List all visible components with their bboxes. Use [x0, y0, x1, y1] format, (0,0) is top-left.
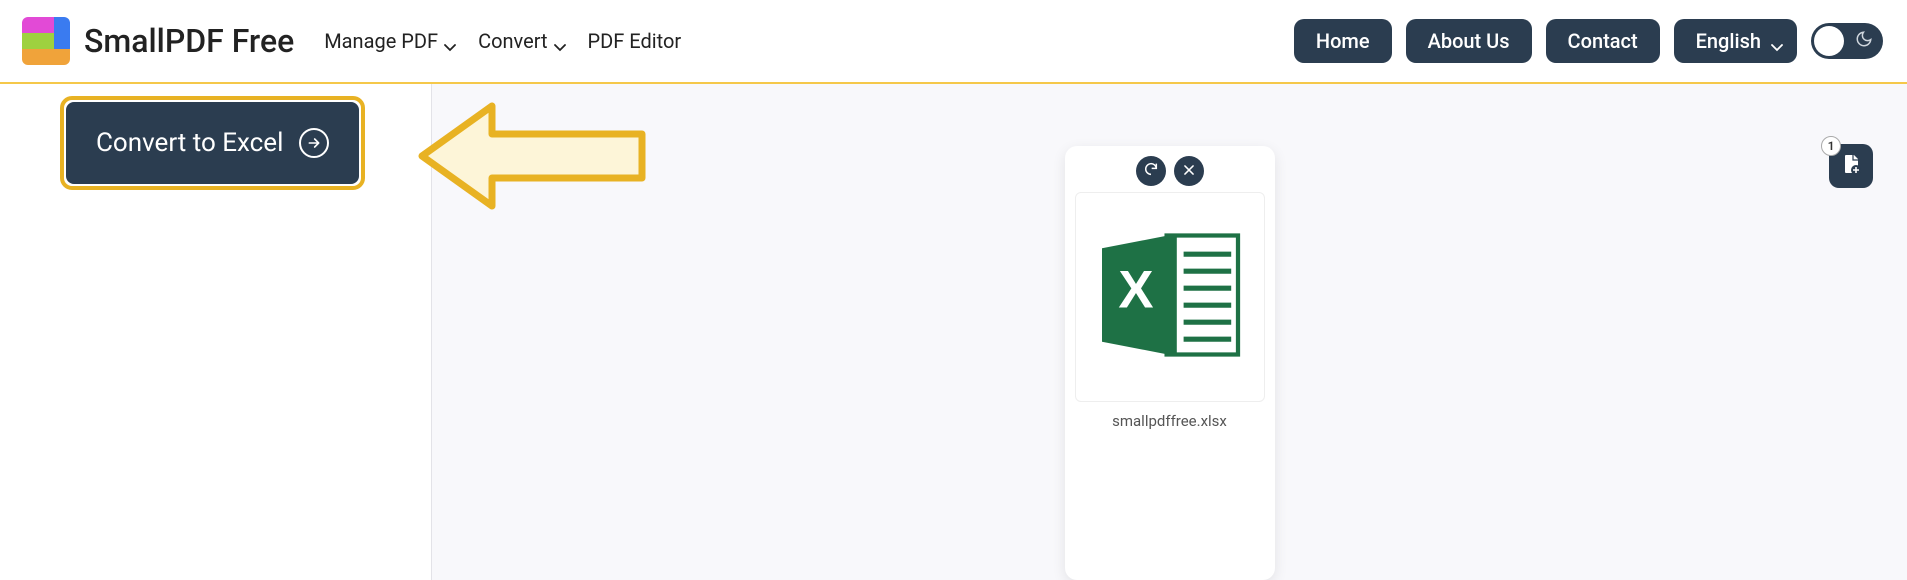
about-button[interactable]: About Us	[1406, 19, 1532, 63]
brand-title: SmallPDF Free	[84, 22, 294, 60]
file-name: smallpdffree.xlsx	[1112, 412, 1227, 430]
brand-block[interactable]: SmallPDF Free	[22, 17, 294, 65]
chevron-down-icon	[554, 35, 566, 47]
content-area: X smallpdffree.xlsx 1	[432, 84, 1907, 580]
toggle-knob	[1814, 26, 1844, 56]
file-actions	[1136, 156, 1204, 186]
button-label: Contact	[1568, 29, 1638, 53]
main-nav: Manage PDF Convert PDF Editor	[324, 29, 681, 53]
nav-label: Convert	[478, 29, 547, 53]
nav-convert[interactable]: Convert	[478, 29, 565, 53]
nav-manage-pdf[interactable]: Manage PDF	[324, 29, 456, 53]
convert-button-highlight: Convert to Excel	[60, 96, 365, 190]
main-area: Convert to Excel	[0, 84, 1907, 580]
file-card: X smallpdffree.xlsx	[1065, 146, 1275, 580]
arrow-right-circle-icon	[299, 128, 329, 158]
file-count-badge: 1	[1821, 136, 1841, 156]
file-plus-icon	[1839, 152, 1863, 180]
nav-pdf-editor[interactable]: PDF Editor	[588, 29, 682, 53]
callout-arrow-icon	[402, 96, 662, 220]
language-select[interactable]: English	[1674, 19, 1797, 63]
button-label: Home	[1316, 29, 1370, 53]
chevron-down-icon	[1771, 35, 1783, 47]
header: SmallPDF Free Manage PDF Convert PDF Edi…	[0, 0, 1907, 84]
button-label: About Us	[1428, 29, 1510, 53]
close-icon	[1182, 162, 1196, 181]
nav-label: Manage PDF	[324, 29, 438, 53]
chevron-down-icon	[444, 35, 456, 47]
language-label: English	[1696, 29, 1761, 53]
convert-to-excel-button[interactable]: Convert to Excel	[66, 102, 359, 184]
rotate-button[interactable]	[1136, 156, 1166, 186]
nav-label: PDF Editor	[588, 29, 682, 53]
file-thumbnail[interactable]: X	[1075, 192, 1265, 402]
home-button[interactable]: Home	[1294, 19, 1392, 63]
sidebar: Convert to Excel	[0, 84, 432, 580]
header-right: Home About Us Contact English	[1294, 19, 1883, 63]
remove-button[interactable]	[1174, 156, 1204, 186]
moon-icon	[1855, 30, 1873, 52]
svg-text:X: X	[1118, 261, 1153, 320]
rotate-icon	[1143, 161, 1159, 181]
excel-icon: X	[1085, 210, 1255, 384]
add-file-button[interactable]: 1	[1829, 144, 1873, 188]
theme-toggle[interactable]	[1811, 23, 1883, 59]
logo-icon	[22, 17, 70, 65]
button-label: Convert to Excel	[96, 128, 283, 158]
contact-button[interactable]: Contact	[1546, 19, 1660, 63]
